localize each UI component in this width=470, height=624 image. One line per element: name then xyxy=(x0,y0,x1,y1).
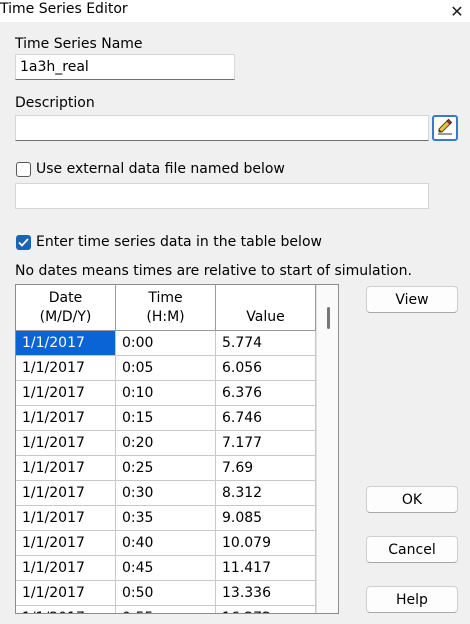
external-file-path-input[interactable] xyxy=(15,183,429,209)
table-row[interactable]: 1/1/2017 0:40 10.079 xyxy=(16,531,316,556)
grid-cell-time[interactable]: 0:55 xyxy=(116,606,216,613)
grid-cell-date[interactable]: 1/1/2017 xyxy=(16,456,116,481)
table-row[interactable]: 1/1/2017 0:50 13.336 xyxy=(16,581,316,606)
relative-times-note: No dates means times are relative to sta… xyxy=(15,263,412,279)
grid-cell-value[interactable]: 6.746 xyxy=(216,406,316,431)
grid-cell-value[interactable]: 6.056 xyxy=(216,356,316,381)
series-name-input[interactable] xyxy=(15,54,235,80)
table-entry-checkbox[interactable] xyxy=(16,235,31,250)
grid-cell-date[interactable]: 1/1/2017 xyxy=(16,531,116,556)
external-file-label: Use external data file named below xyxy=(36,161,285,177)
table-row[interactable]: 1/1/2017 0:35 9.085 xyxy=(16,506,316,531)
column-header-time[interactable]: Time (H:M) xyxy=(116,285,216,331)
grid-cell-date[interactable]: 1/1/2017 xyxy=(16,406,116,431)
grid-cell-value[interactable]: 10.079 xyxy=(216,531,316,556)
grid-cell-time[interactable]: 0:25 xyxy=(116,456,216,481)
grid-cell-value[interactable]: 5.774 xyxy=(216,331,316,356)
grid-cell-time[interactable]: 0:30 xyxy=(116,481,216,506)
column-header-value[interactable]: Value xyxy=(216,285,316,331)
column-header-date[interactable]: Date (M/D/Y) xyxy=(16,285,116,331)
grid-cell-date[interactable]: 1/1/2017 xyxy=(16,556,116,581)
checkmark-icon xyxy=(18,235,29,251)
grid-cell-date[interactable]: 1/1/2017 xyxy=(16,381,116,406)
grid-body: 1/1/2017 0:00 5.774 1/1/2017 0:05 6.056 1/1/20… xyxy=(16,331,316,613)
table-row[interactable]: 1/1/2017 0:30 8.312 xyxy=(16,481,316,506)
table-row[interactable]: 1/1/2017 0:45 11.417 xyxy=(16,556,316,581)
grid-cell-time[interactable]: 0:00 xyxy=(116,331,216,356)
grid-cell-value[interactable]: 11.417 xyxy=(216,556,316,581)
grid-cell-value[interactable]: 13.336 xyxy=(216,581,316,606)
description-input[interactable] xyxy=(15,115,429,141)
grid-vertical-scrollbar[interactable] xyxy=(316,285,338,613)
external-file-checkbox[interactable] xyxy=(16,162,31,177)
grid-cell-time[interactable]: 0:05 xyxy=(116,356,216,381)
grid-cell-date[interactable]: 1/1/2017 xyxy=(16,431,116,456)
grid-cell-value[interactable]: 8.312 xyxy=(216,481,316,506)
column-header-line: Time xyxy=(148,289,183,306)
view-button[interactable]: View xyxy=(366,286,458,313)
close-icon: ✕ xyxy=(450,1,464,21)
grid-cell-time[interactable]: 0:40 xyxy=(116,531,216,556)
grid-cell-time[interactable]: 0:50 xyxy=(116,581,216,606)
table-row[interactable]: 1/1/2017 0:00 5.774 xyxy=(16,331,316,356)
grid-cell-value[interactable]: 7.69 xyxy=(216,456,316,481)
table-entry-label: Enter time series data in the table belo… xyxy=(36,234,322,250)
ok-button[interactable]: OK xyxy=(366,486,458,513)
grid-cell-value[interactable]: 6.376 xyxy=(216,381,316,406)
table-row[interactable]: 1/1/20170:5516.272 xyxy=(16,606,316,613)
pencil-edit-icon xyxy=(436,117,454,139)
grid-cell-time[interactable]: 0:15 xyxy=(116,406,216,431)
grid-cell-value[interactable]: 16.272 xyxy=(216,606,316,613)
help-button[interactable]: Help xyxy=(366,586,458,613)
grid-cell-time[interactable]: 0:20 xyxy=(116,431,216,456)
table-row[interactable]: 1/1/2017 0:20 7.177 xyxy=(16,431,316,456)
table-row[interactable]: 1/1/2017 0:05 6.056 xyxy=(16,356,316,381)
column-header-line: Value xyxy=(246,309,285,325)
series-name-label: Time Series Name xyxy=(15,36,143,52)
scrollbar-thumb[interactable] xyxy=(327,307,330,329)
grid-cell-time[interactable]: 0:10 xyxy=(116,381,216,406)
grid-cell-date[interactable]: 1/1/2017 xyxy=(16,606,116,613)
close-button[interactable]: ✕ xyxy=(444,0,470,22)
column-header-line: (M/D/Y) xyxy=(39,308,92,325)
description-label: Description xyxy=(15,95,95,111)
cancel-button[interactable]: Cancel xyxy=(366,536,458,563)
table-row[interactable]: 1/1/2017 0:10 6.376 xyxy=(16,381,316,406)
grid-cell-value[interactable]: 9.085 xyxy=(216,506,316,531)
column-header-line: (H:M) xyxy=(146,308,185,325)
grid-header: Date (M/D/Y) Time (H:M) Value xyxy=(16,285,316,331)
column-header-line: Date xyxy=(48,289,83,306)
grid-cell-date[interactable]: 1/1/2017 xyxy=(16,581,116,606)
table-row[interactable]: 1/1/2017 0:15 6.746 xyxy=(16,406,316,431)
grid-cell-time[interactable]: 0:35 xyxy=(116,506,216,531)
time-series-grid[interactable]: Date (M/D/Y) Time (H:M) Value 1/1/2017 0:… xyxy=(15,284,339,614)
grid-cell-date[interactable]: 1/1/2017 xyxy=(16,331,116,356)
table-row[interactable]: 1/1/2017 0:25 7.69 xyxy=(16,456,316,481)
grid-cell-time[interactable]: 0:45 xyxy=(116,556,216,581)
grid-cell-value[interactable]: 7.177 xyxy=(216,431,316,456)
grid-cell-date[interactable]: 1/1/2017 xyxy=(16,356,116,381)
grid-cell-date[interactable]: 1/1/2017 xyxy=(16,481,116,506)
edit-description-button[interactable] xyxy=(432,115,458,141)
grid-cell-date[interactable]: 1/1/2017 xyxy=(16,506,116,531)
window-title: Time Series Editor xyxy=(0,1,128,17)
